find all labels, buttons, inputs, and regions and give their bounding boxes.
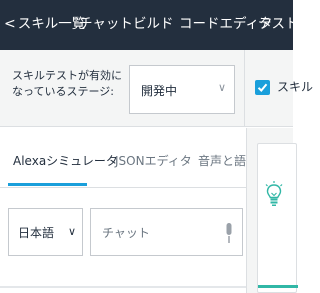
nav-tab-test[interactable]: テスト bbox=[258, 14, 299, 34]
nav-tab-build[interactable]: ビルド bbox=[133, 14, 174, 34]
stage-select-value: 開発中 bbox=[141, 84, 178, 98]
chevron-left-icon: < bbox=[4, 16, 16, 32]
simulator-panel: Alexaシミュレータ JSONエディタ 音声と語調 日本語 ∨ チャット bbox=[0, 128, 258, 293]
stage-select[interactable]: 開発中 ∨ bbox=[129, 65, 235, 114]
test-stage-bar: スキルテストが有効になっているステージ: 開発中 ∨ スキル bbox=[0, 50, 313, 127]
tab-json-editor[interactable]: JSONエディタ bbox=[115, 152, 192, 169]
chevron-down-icon: ∨ bbox=[67, 225, 76, 238]
microphone-icon[interactable] bbox=[224, 222, 234, 248]
stage-label: スキルテストが有効になっているステージ: bbox=[12, 69, 122, 98]
nav-tab-chat[interactable]: チャット bbox=[79, 14, 133, 34]
tab-alexa-simulator[interactable]: Alexaシミュレータ bbox=[13, 152, 118, 169]
panel-divider bbox=[0, 286, 246, 288]
active-tab-indicator bbox=[8, 183, 87, 186]
language-select[interactable]: 日本語 ∨ bbox=[8, 208, 83, 256]
language-select-value: 日本語 bbox=[18, 226, 55, 240]
top-nav: < スキル一覧 チャット ビルド コードエディタ テスト bbox=[0, 0, 299, 50]
tab-bar: Alexaシミュレータ JSONエディタ 音声と語調 bbox=[0, 128, 258, 188]
chevron-down-icon: ∨ bbox=[217, 81, 226, 94]
check-icon bbox=[257, 83, 268, 92]
enable-checkbox[interactable] bbox=[255, 80, 270, 95]
lightbulb-icon bbox=[265, 181, 283, 211]
checkbox-label: スキル bbox=[277, 80, 314, 94]
back-label: スキル一覧 bbox=[17, 16, 86, 32]
divider bbox=[244, 50, 245, 127]
side-panel bbox=[246, 128, 298, 293]
back-to-skills-link[interactable]: < スキル一覧 bbox=[4, 14, 85, 34]
chat-input[interactable]: チャット bbox=[90, 208, 243, 256]
hint-card bbox=[257, 143, 298, 293]
chat-input-placeholder: チャット bbox=[102, 226, 150, 240]
card-accent-rule bbox=[258, 285, 298, 288]
